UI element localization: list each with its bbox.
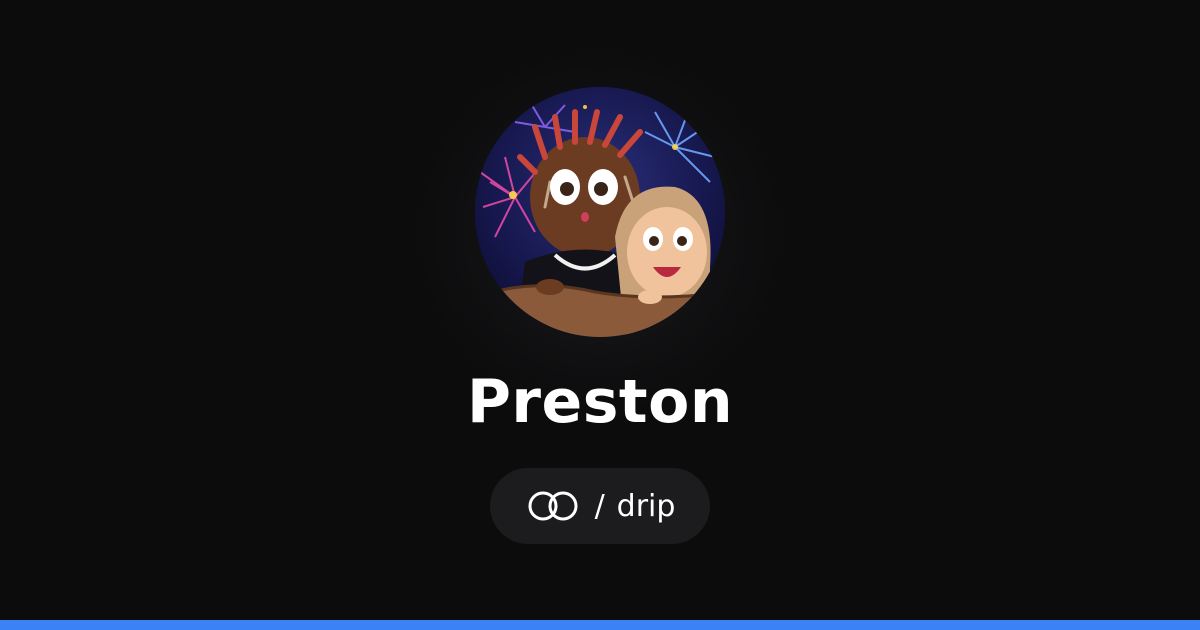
brand-separator: / [594, 488, 605, 524]
profile-share-card: Preston / drip [0, 0, 1200, 630]
avatar-illustration [475, 87, 725, 337]
profile-name: Preston [466, 367, 734, 437]
drip-logo-icon [528, 491, 578, 521]
brand-pill[interactable]: / drip [490, 468, 710, 544]
avatar[interactable] [475, 87, 725, 337]
brand-label: drip [616, 488, 676, 524]
accent-bar [0, 620, 1200, 630]
